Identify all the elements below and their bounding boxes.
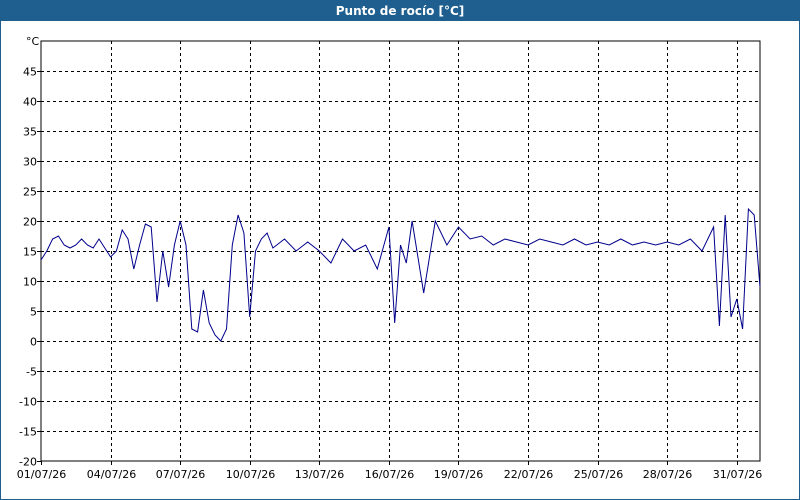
- x-tick-label: 01/07/26: [17, 468, 66, 481]
- x-tick-label: 28/07/26: [643, 468, 692, 481]
- dew-point-chart: -20 -15 -10 -5 0 5 10 15 20 25 30 35 40 45 °C 01/07/26 0…: [17, 35, 762, 481]
- y-tick-label: 40: [23, 96, 37, 109]
- x-tick-label: 13/07/26: [295, 468, 344, 481]
- y-tick-label: -5: [26, 366, 37, 379]
- x-tick-label: 16/07/26: [365, 468, 414, 481]
- y-tick-label: 5: [30, 306, 37, 319]
- y-axis-unit: °C: [26, 35, 40, 48]
- x-tick-label: 04/07/26: [87, 468, 136, 481]
- y-tick-label: 10: [23, 276, 37, 289]
- x-tick-label: 31/07/26: [713, 468, 762, 481]
- x-tick-label: 22/07/26: [504, 468, 553, 481]
- x-tick-label: 19/07/26: [434, 468, 483, 481]
- x-tick-label: 10/07/26: [226, 468, 275, 481]
- x-tick-label: 07/07/26: [156, 468, 205, 481]
- y-tick-label: 35: [23, 126, 37, 139]
- y-tick-label: 45: [23, 66, 37, 79]
- y-tick-label: -15: [19, 426, 37, 439]
- y-tick-label: 25: [23, 186, 37, 199]
- y-tick-label: 20: [23, 216, 37, 229]
- x-tick-label: 25/07/26: [574, 468, 623, 481]
- y-tick-label: 15: [23, 246, 37, 259]
- y-tick-label: 0: [30, 336, 37, 349]
- y-tick-label: -20: [19, 456, 37, 469]
- y-tick-label: 30: [23, 156, 37, 169]
- y-tick-label: -10: [19, 396, 37, 409]
